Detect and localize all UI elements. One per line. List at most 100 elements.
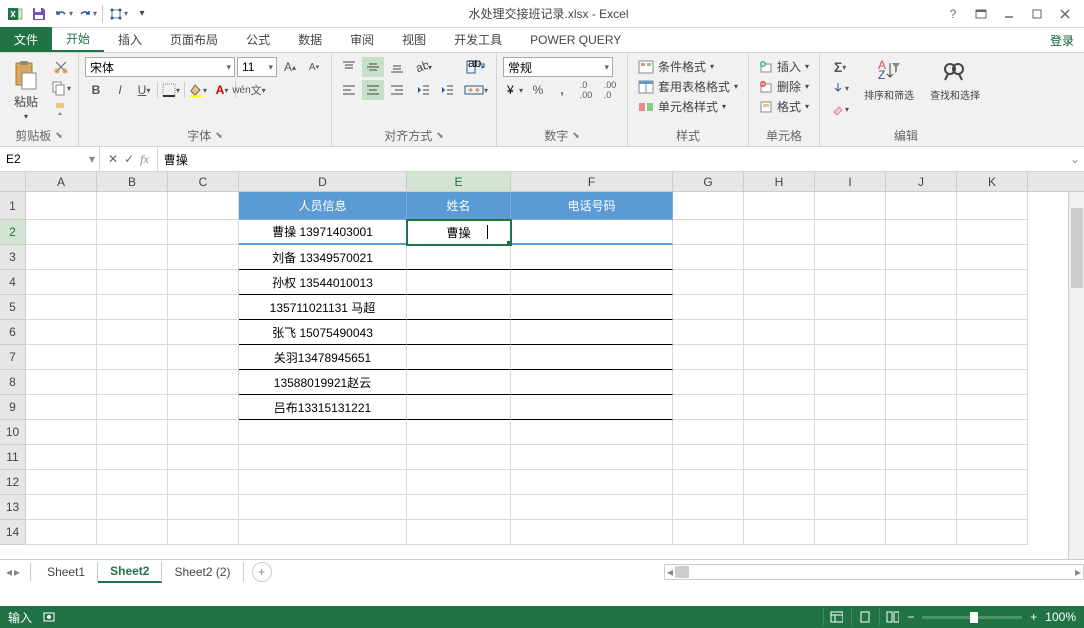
cell[interactable] <box>168 520 239 545</box>
cell[interactable] <box>407 245 511 270</box>
decrease-indent-icon[interactable] <box>412 80 434 100</box>
column-header[interactable]: F <box>511 172 673 191</box>
tab-powerquery[interactable]: POWER QUERY <box>516 27 635 52</box>
column-header[interactable]: K <box>957 172 1028 191</box>
sheet-nav-last-icon[interactable]: ▸ <box>14 565 20 579</box>
cell[interactable]: 电话号码 <box>511 192 673 220</box>
cell[interactable]: 人员信息 <box>239 192 407 220</box>
cell[interactable] <box>673 370 744 395</box>
maximize-icon[interactable] <box>1024 3 1050 25</box>
find-select-button[interactable]: 查找和选择 <box>924 57 986 104</box>
cell[interactable] <box>886 395 957 420</box>
column-header[interactable]: A <box>26 172 97 191</box>
cell[interactable] <box>815 245 886 270</box>
cell[interactable] <box>168 245 239 270</box>
clear-icon[interactable]: ▾ <box>826 99 854 119</box>
cell[interactable] <box>744 370 815 395</box>
cell[interactable] <box>511 245 673 270</box>
font-name-select[interactable]: 宋体 <box>85 57 235 77</box>
row-header[interactable]: 4 <box>0 270 26 295</box>
format-as-table-button[interactable]: 套用表格格式▾ <box>634 77 742 96</box>
cell[interactable] <box>957 520 1028 545</box>
cell[interactable] <box>97 445 168 470</box>
undo-icon[interactable]: ▾ <box>52 3 74 25</box>
cell[interactable]: 刘备 13349570021 <box>239 245 407 270</box>
cell[interactable] <box>957 220 1028 245</box>
fill-icon[interactable]: ▾ <box>826 78 854 98</box>
tab-data[interactable]: 数据 <box>284 27 336 52</box>
cell[interactable] <box>511 220 673 245</box>
cell[interactable] <box>957 270 1028 295</box>
cell[interactable] <box>168 470 239 495</box>
align-middle-icon[interactable] <box>362 57 384 77</box>
cell[interactable] <box>815 270 886 295</box>
cell[interactable] <box>886 520 957 545</box>
cell[interactable] <box>26 495 97 520</box>
cell[interactable] <box>673 495 744 520</box>
italic-button[interactable]: I <box>109 80 131 100</box>
spreadsheet-grid[interactable]: ABCDEFGHIJK 1人员信息姓名电话号码2曹操 13971403001曹操… <box>0 172 1084 559</box>
cell[interactable] <box>744 270 815 295</box>
cell[interactable] <box>886 220 957 245</box>
cell[interactable] <box>239 520 407 545</box>
column-header[interactable]: C <box>168 172 239 191</box>
view-page-layout-icon[interactable] <box>851 608 871 626</box>
cell[interactable] <box>886 420 957 445</box>
cell[interactable] <box>168 495 239 520</box>
cell[interactable] <box>886 495 957 520</box>
cell[interactable] <box>673 420 744 445</box>
decrease-font-icon[interactable]: A▾ <box>303 57 325 77</box>
cell[interactable] <box>407 520 511 545</box>
cell[interactable] <box>957 370 1028 395</box>
border-button[interactable]: ▾ <box>160 80 182 100</box>
paste-button[interactable]: 粘贴 ▾ <box>6 57 46 123</box>
cell[interactable] <box>168 370 239 395</box>
cell[interactable] <box>511 445 673 470</box>
cell[interactable] <box>815 370 886 395</box>
align-top-icon[interactable] <box>338 57 360 77</box>
cell[interactable] <box>97 520 168 545</box>
row-header[interactable]: 2 <box>0 220 26 245</box>
fx-icon[interactable]: fx <box>140 152 149 167</box>
underline-button[interactable]: U▾ <box>133 80 155 100</box>
cell[interactable] <box>815 470 886 495</box>
cell[interactable] <box>26 395 97 420</box>
cell[interactable] <box>97 220 168 245</box>
column-header[interactable]: I <box>815 172 886 191</box>
vertical-scrollbar[interactable] <box>1068 192 1084 559</box>
orientation-icon[interactable]: ab▾ <box>412 57 434 77</box>
cell[interactable] <box>97 470 168 495</box>
cell[interactable] <box>407 395 511 420</box>
cell[interactable] <box>168 192 239 220</box>
cell[interactable] <box>673 295 744 320</box>
cell[interactable] <box>26 270 97 295</box>
cell[interactable] <box>97 192 168 220</box>
cell[interactable] <box>957 295 1028 320</box>
cell[interactable] <box>744 320 815 345</box>
cell[interactable] <box>744 345 815 370</box>
cell[interactable] <box>744 220 815 245</box>
cell[interactable] <box>26 445 97 470</box>
tab-file[interactable]: 文件 <box>0 27 52 52</box>
align-center-icon[interactable] <box>362 80 384 100</box>
cell[interactable] <box>511 370 673 395</box>
cell[interactable] <box>957 320 1028 345</box>
conditional-format-button[interactable]: 条件格式▾ <box>634 57 718 76</box>
cell[interactable] <box>886 345 957 370</box>
cell[interactable] <box>815 345 886 370</box>
column-header[interactable]: J <box>886 172 957 191</box>
login-button[interactable]: 登录 <box>1040 29 1084 52</box>
cell[interactable] <box>511 520 673 545</box>
cell[interactable] <box>744 420 815 445</box>
view-page-break-icon[interactable] <box>879 608 899 626</box>
cell[interactable] <box>957 420 1028 445</box>
cell[interactable] <box>957 345 1028 370</box>
excel-icon[interactable] <box>4 3 26 25</box>
cell[interactable] <box>239 495 407 520</box>
cell[interactable] <box>511 320 673 345</box>
phonetic-button[interactable]: wén文▾ <box>238 80 260 100</box>
cell[interactable] <box>97 320 168 345</box>
tab-developer[interactable]: 开发工具 <box>440 27 516 52</box>
cell[interactable] <box>673 270 744 295</box>
cell[interactable]: 孙权 13544010013 <box>239 270 407 295</box>
